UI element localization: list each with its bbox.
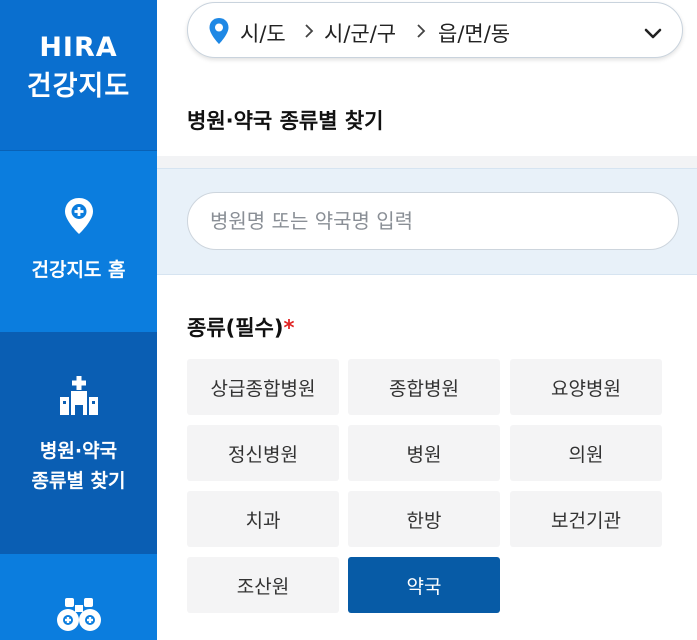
map-pin-icon [62, 196, 96, 240]
main-panel: 시/도 시/군/구 읍/면/동 병원·약국 종류별 찾기 종류(필수)* 상급종… [157, 0, 697, 640]
sidebar-item-nearby[interactable] [0, 555, 157, 640]
region-eupmyeondong[interactable]: 읍/면/동 [438, 18, 510, 48]
kind-label: 종류(필수)* [187, 312, 294, 342]
hospital-icon [58, 376, 100, 420]
section-divider [157, 156, 697, 168]
sidebar-item-label: 건강지도 홈 [31, 259, 126, 281]
kind-option-general-hospital[interactable]: 종합병원 [348, 359, 500, 415]
kind-option-oriental-medicine[interactable]: 한방 [348, 491, 500, 547]
binoculars-icon [56, 596, 102, 636]
kind-option-hospital[interactable]: 병원 [348, 425, 500, 481]
sidebar-item-find-by-type[interactable]: 병원·약국 종류별 찾기 [0, 332, 157, 554]
sidebar: HIRA 건강지도 건강지도 홈 병원·약국 종류별 찾기 [0, 0, 157, 640]
location-pin-icon [208, 17, 230, 49]
chevron-right-icon [304, 23, 314, 43]
kind-option-midwifery[interactable]: 조산원 [187, 557, 339, 613]
kind-label-text: 종류(필수) [187, 316, 284, 340]
chevron-right-icon [416, 23, 426, 43]
kind-option-public-health[interactable]: 보건기관 [510, 491, 662, 547]
search-section [157, 168, 697, 275]
region-sido[interactable]: 시/도 [240, 18, 286, 48]
sidebar-item-label-line1: 병원·약국 [39, 440, 118, 462]
kind-option-mental-hospital[interactable]: 정신병원 [187, 425, 339, 481]
sidebar-item-label: 병원·약국 종류별 찾기 [0, 436, 157, 496]
required-mark: * [283, 316, 295, 340]
sidebar-item-label-line2: 종류별 찾기 [31, 470, 126, 492]
search-input[interactable] [187, 192, 679, 250]
logo-text-hira: HIRA [39, 32, 118, 63]
kind-option-nursing-hospital[interactable]: 요양병원 [510, 359, 662, 415]
kind-option-clinic[interactable]: 의원 [510, 425, 662, 481]
kind-option-tertiary-hospital[interactable]: 상급종합병원 [187, 359, 339, 415]
page-title: 병원·약국 종류별 찾기 [187, 109, 384, 133]
region-sigungu[interactable]: 시/군/구 [324, 18, 396, 48]
region-selector[interactable]: 시/도 시/군/구 읍/면/동 [187, 2, 683, 58]
logo-text-health-map: 건강지도 [26, 71, 131, 102]
hira-logo[interactable]: HIRA 건강지도 [0, 0, 157, 151]
sidebar-item-home[interactable]: 건강지도 홈 [0, 151, 157, 332]
kind-option-dental[interactable]: 치과 [187, 491, 339, 547]
kind-option-pharmacy[interactable]: 약국 [348, 557, 500, 613]
chevron-down-icon[interactable] [644, 25, 662, 44]
